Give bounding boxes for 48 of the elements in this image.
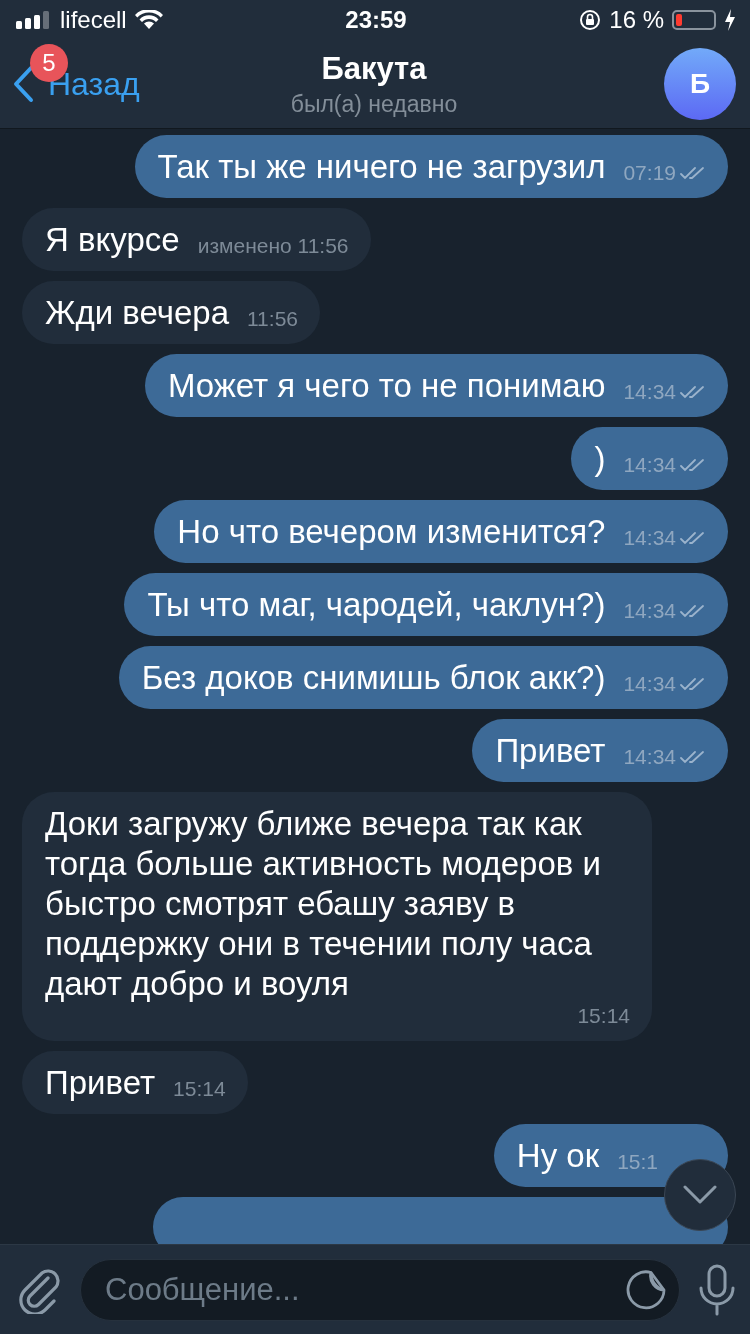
message-text: Я вкурсе	[45, 220, 180, 260]
rotation-lock-icon	[579, 9, 602, 31]
double-check-icon	[680, 604, 706, 618]
message-text: Привет	[45, 1063, 156, 1103]
double-check-icon	[680, 677, 706, 691]
message-text: Может я чего то не понимаю	[167, 366, 606, 406]
chevron-left-icon	[12, 65, 34, 103]
double-check-icon	[680, 166, 706, 180]
signal-icon	[16, 11, 52, 29]
charging-bolt-icon	[724, 9, 736, 31]
message-time: 15:1	[617, 1150, 658, 1174]
message-text: Ты что маг, чародей, чаклун?)	[147, 585, 606, 625]
battery-percent: 16 %	[609, 6, 664, 34]
clock-time: 23:59	[345, 6, 407, 34]
message-time: 14:34	[623, 453, 676, 477]
last-seen-status: был(а) недавно	[290, 90, 458, 118]
message-text: Без доков снимишь блок акк?)	[141, 658, 606, 698]
message-text: Привет	[495, 731, 606, 771]
wifi-icon	[134, 10, 163, 30]
message-text: Так ты же ничего не загрузил	[157, 147, 606, 187]
message-time: изменено 11:56	[197, 234, 349, 258]
microphone-button[interactable]	[698, 1263, 736, 1316]
message-text: )	[594, 439, 606, 479]
battery-icon	[672, 10, 716, 30]
message-text: Жди вечера	[45, 293, 229, 333]
message-time: 14:34	[623, 599, 676, 623]
avatar[interactable]: Б	[664, 48, 736, 120]
message-time: 15:14	[173, 1077, 226, 1101]
double-check-icon	[680, 458, 706, 472]
message-time: 14:34	[623, 745, 676, 769]
message-input-field[interactable]: Сообщение...	[80, 1258, 680, 1321]
sticker-icon	[626, 1268, 668, 1311]
message-time: 15:14	[577, 1004, 630, 1028]
message-time: 14:34	[623, 380, 676, 404]
message-text: Доки загружу ближе вечера так как тогда больше активность модеров и быстро смотрят ебашу заяву в поддержку они в течении полу часа дают добро и воуля	[45, 804, 602, 1004]
chevron-down-icon	[683, 1185, 717, 1205]
double-check-icon	[680, 750, 706, 764]
message-text: Ну ок	[516, 1136, 600, 1176]
message-time: 11:56	[247, 307, 298, 331]
message-time: 14:34	[623, 672, 676, 696]
double-check-icon	[680, 531, 706, 545]
chat-title: Бакута	[321, 50, 427, 87]
message-time: 07:19	[623, 161, 676, 185]
carrier-name: lifecell	[60, 6, 127, 34]
double-check-icon	[680, 385, 706, 399]
microphone-icon	[698, 1263, 736, 1316]
message-time: 14:34	[623, 526, 676, 550]
message-text: Но что вечером изменится?	[177, 512, 606, 552]
